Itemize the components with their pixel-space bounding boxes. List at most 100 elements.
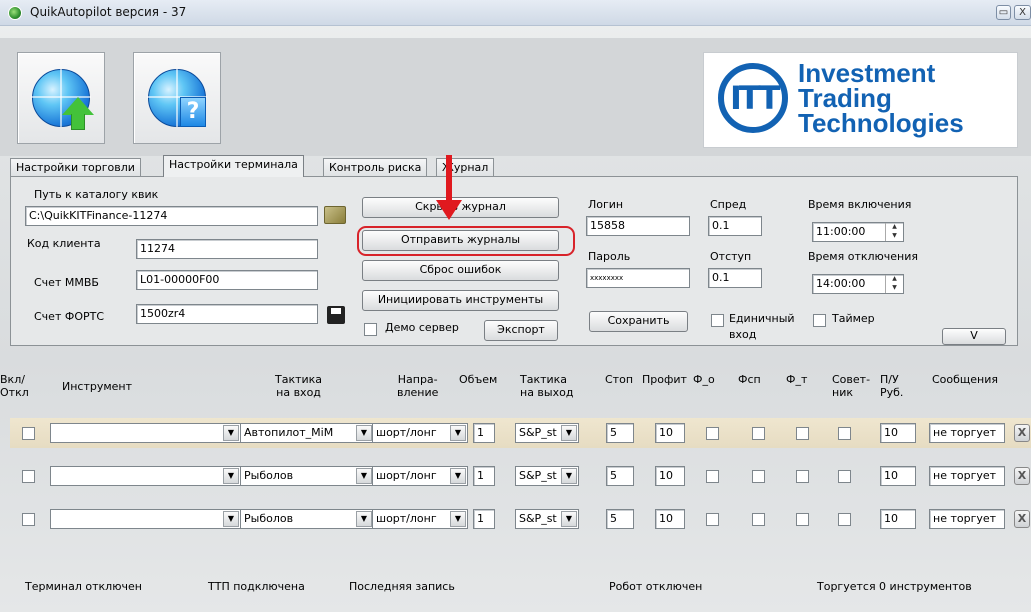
remove-row-icon[interactable]: X bbox=[1014, 424, 1030, 442]
exit-tactic-select[interactable]: S&P_st ▼ bbox=[515, 466, 579, 486]
direction-select[interactable]: шорт/лонг ▼ bbox=[372, 509, 468, 529]
forts-account-field[interactable]: 1500zr4 bbox=[136, 304, 318, 324]
chevron-down-icon[interactable]: ▼ bbox=[223, 511, 239, 527]
remove-row-icon[interactable]: X bbox=[1014, 467, 1030, 485]
demo-server-checkbox[interactable] bbox=[364, 323, 377, 336]
company-logo: ITT Investment Trading Technologies bbox=[703, 52, 1018, 148]
tab-trading-settings[interactable]: Настройки торговли bbox=[10, 158, 141, 176]
chevron-down-icon[interactable]: ▼ bbox=[450, 468, 466, 484]
red-arrow-icon bbox=[446, 155, 452, 205]
volume-field[interactable]: 1 bbox=[473, 509, 495, 529]
stop-field[interactable]: 5 bbox=[606, 509, 634, 529]
update-button[interactable] bbox=[17, 52, 105, 144]
f-t-checkbox[interactable] bbox=[796, 427, 809, 440]
chevron-down-icon[interactable]: ▼ bbox=[223, 425, 239, 441]
header-pnl: П/У Руб. bbox=[880, 373, 904, 399]
row-enable-checkbox[interactable] bbox=[22, 427, 35, 440]
direction-select[interactable]: шорт/лонг ▼ bbox=[372, 423, 468, 443]
chevron-down-icon[interactable]: ▼ bbox=[561, 468, 577, 484]
f-o-checkbox[interactable] bbox=[706, 513, 719, 526]
table-row: ▼ Автопилот_МіМ ▼ шорт/лонг ▼ 1 S&P_st ▼… bbox=[10, 418, 1031, 448]
quik-path-field[interactable]: C:\QuikKITFinance-11274 bbox=[25, 206, 318, 226]
chevron-down-icon[interactable]: ▼ bbox=[356, 425, 372, 441]
chevron-down-icon[interactable]: ▼ bbox=[356, 468, 372, 484]
header-f-t: Ф_т bbox=[786, 373, 808, 386]
profit-field[interactable]: 10 bbox=[655, 509, 685, 529]
instrument-select[interactable]: ▼ bbox=[50, 509, 241, 529]
timer-checkbox[interactable] bbox=[813, 314, 826, 327]
off-time-field[interactable]: 14:00:00 ▲ ▼ bbox=[812, 274, 904, 294]
f-sp-checkbox[interactable] bbox=[752, 470, 765, 483]
chevron-down-icon[interactable]: ▼ bbox=[450, 425, 466, 441]
export-button[interactable]: Экспорт bbox=[484, 320, 558, 341]
spread-field[interactable]: 0.1 bbox=[708, 216, 762, 236]
remove-row-icon[interactable]: X bbox=[1014, 510, 1030, 528]
login-field[interactable]: 15858 bbox=[586, 216, 690, 236]
advisor-checkbox[interactable] bbox=[838, 513, 851, 526]
profit-field[interactable]: 10 bbox=[655, 423, 685, 443]
instrument-select[interactable]: ▼ bbox=[50, 423, 241, 443]
demo-server-label: Демо сервер bbox=[385, 321, 459, 334]
on-time-spinner[interactable]: ▲ ▼ bbox=[885, 223, 903, 241]
header-profit: Профит bbox=[642, 373, 687, 386]
f-o-checkbox[interactable] bbox=[706, 470, 719, 483]
entry-tactic-select[interactable]: Рыболов bbox=[240, 466, 373, 486]
volume-field[interactable]: 1 bbox=[473, 466, 495, 486]
f-t-checkbox[interactable] bbox=[796, 470, 809, 483]
profit-field[interactable]: 10 bbox=[655, 466, 685, 486]
tab-risk-control[interactable]: Контроль риска bbox=[323, 158, 428, 176]
chevron-down-icon[interactable]: ▼ bbox=[356, 511, 372, 527]
f-o-checkbox[interactable] bbox=[706, 427, 719, 440]
advisor-checkbox[interactable] bbox=[838, 470, 851, 483]
pnl-field: 10 bbox=[880, 466, 916, 486]
client-code-field[interactable]: 11274 bbox=[136, 239, 318, 259]
close-button[interactable]: X bbox=[1014, 5, 1031, 20]
on-time-label: Время включения bbox=[808, 198, 912, 211]
minimize-button[interactable]: ▭ bbox=[996, 5, 1011, 20]
header-instrument: Инструмент bbox=[62, 380, 133, 393]
entry-tactic-select[interactable]: Автопилот_МіМ bbox=[240, 423, 373, 443]
f-t-checkbox[interactable] bbox=[796, 513, 809, 526]
row-enable-checkbox[interactable] bbox=[22, 470, 35, 483]
init-instruments-button[interactable]: Инициировать инструменты bbox=[362, 290, 559, 311]
f-sp-checkbox[interactable] bbox=[752, 427, 765, 440]
entry-tactic-select[interactable]: Рыболов bbox=[240, 509, 373, 529]
save-disk-icon[interactable] bbox=[327, 306, 345, 324]
client-code-label: Код клиента bbox=[27, 237, 101, 250]
stop-field[interactable]: 5 bbox=[606, 466, 634, 486]
chevron-down-icon[interactable]: ▼ bbox=[561, 425, 577, 441]
header-f-o: Ф_о bbox=[693, 373, 715, 386]
single-entry-checkbox[interactable] bbox=[711, 314, 724, 327]
help-button[interactable]: ? bbox=[133, 52, 221, 144]
itt-logo-mark: ITT bbox=[718, 63, 788, 133]
tab-terminal-settings[interactable]: Настройки терминала bbox=[163, 155, 304, 177]
header-direction: Напра-вление bbox=[397, 373, 439, 399]
on-time-value: 11:00:00 bbox=[816, 225, 866, 238]
exit-tactic-select[interactable]: S&P_st ▼ bbox=[515, 509, 579, 529]
header-advisor: Совет-ник bbox=[832, 373, 871, 399]
expand-button[interactable]: V bbox=[942, 328, 1006, 345]
save-button[interactable]: Сохранить bbox=[589, 311, 688, 332]
single-entry-label: Единичный bbox=[729, 312, 795, 325]
password-field[interactable]: xxxxxxxx bbox=[586, 268, 690, 288]
off-time-spinner[interactable]: ▲ ▼ bbox=[885, 275, 903, 293]
exit-tactic-select[interactable]: S&P_st ▼ bbox=[515, 423, 579, 443]
folder-icon[interactable] bbox=[324, 206, 346, 224]
chevron-down-icon[interactable]: ▼ bbox=[561, 511, 577, 527]
volume-field[interactable]: 1 bbox=[473, 423, 495, 443]
on-time-field[interactable]: 11:00:00 ▲ ▼ bbox=[812, 222, 904, 242]
off-time-label: Время отключения bbox=[808, 250, 919, 263]
chevron-down-icon[interactable]: ▼ bbox=[223, 468, 239, 484]
reset-errors-button[interactable]: Сброс ошибок bbox=[362, 260, 559, 281]
direction-select[interactable]: шорт/лонг ▼ bbox=[372, 466, 468, 486]
table-row: ▼ Рыболов ▼ шорт/лонг ▼ 1 S&P_st ▼ 5 10 … bbox=[10, 504, 1031, 534]
chevron-down-icon[interactable]: ▼ bbox=[450, 511, 466, 527]
instrument-select[interactable]: ▼ bbox=[50, 466, 241, 486]
tab-journal[interactable]: Журнал bbox=[436, 158, 495, 176]
row-enable-checkbox[interactable] bbox=[22, 513, 35, 526]
offset-field[interactable]: 0.1 bbox=[708, 268, 762, 288]
stop-field[interactable]: 5 bbox=[606, 423, 634, 443]
advisor-checkbox[interactable] bbox=[838, 427, 851, 440]
f-sp-checkbox[interactable] bbox=[752, 513, 765, 526]
micex-account-field[interactable]: L01-00000F00 bbox=[136, 270, 318, 290]
